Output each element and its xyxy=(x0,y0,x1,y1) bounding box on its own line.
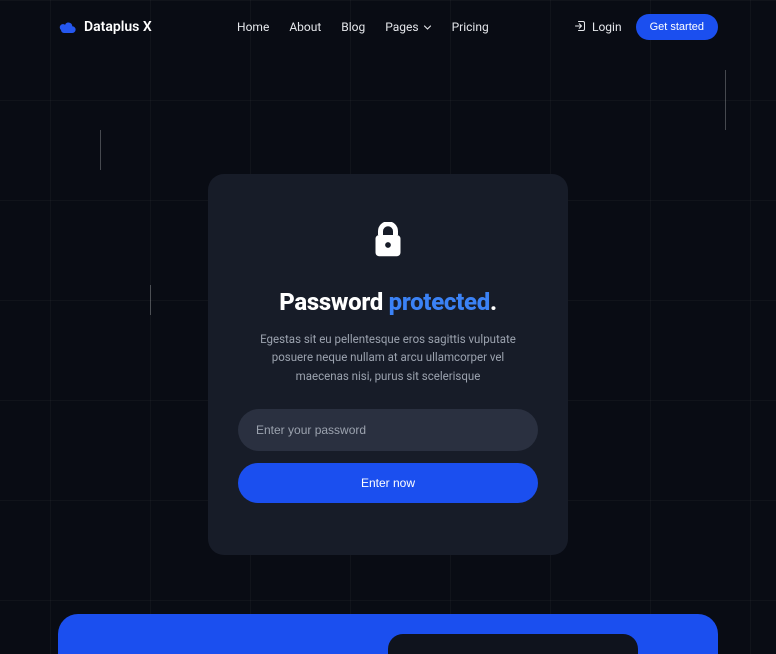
brand-name: Dataplus X xyxy=(84,19,152,35)
bottom-banner xyxy=(58,614,718,654)
password-input[interactable] xyxy=(238,409,538,451)
card-title: Password protected. xyxy=(238,288,538,316)
title-suffix: . xyxy=(490,288,497,316)
nav-pages[interactable]: Pages xyxy=(385,20,431,34)
password-card: Password protected. Egestas sit eu pelle… xyxy=(208,174,568,555)
cloud-icon xyxy=(58,21,76,33)
header-actions: Login Get started xyxy=(574,14,718,40)
brand-logo[interactable]: Dataplus X xyxy=(58,19,152,35)
grid-accent-line xyxy=(725,70,726,130)
nav-blog[interactable]: Blog xyxy=(341,20,365,34)
login-icon xyxy=(574,20,586,35)
site-header: Dataplus X Home About Blog Pages Pricing… xyxy=(0,0,776,54)
grid-accent-line xyxy=(100,130,101,170)
get-started-button[interactable]: Get started xyxy=(636,14,718,40)
bottom-banner-inset xyxy=(388,634,638,654)
chevron-down-icon xyxy=(423,23,432,32)
grid-accent-line xyxy=(150,285,151,315)
login-link[interactable]: Login xyxy=(574,20,622,35)
lock-icon xyxy=(238,222,538,258)
nav-pricing[interactable]: Pricing xyxy=(452,20,489,34)
main-nav: Home About Blog Pages Pricing xyxy=(237,20,489,34)
title-accent: protected xyxy=(389,288,490,316)
nav-home[interactable]: Home xyxy=(237,20,269,34)
card-description: Egestas sit eu pellentesque eros sagitti… xyxy=(238,330,538,385)
enter-button[interactable]: Enter now xyxy=(238,463,538,503)
login-label: Login xyxy=(592,20,622,34)
nav-pages-label: Pages xyxy=(385,20,418,34)
nav-about[interactable]: About xyxy=(289,20,321,34)
title-prefix: Password xyxy=(279,288,388,316)
